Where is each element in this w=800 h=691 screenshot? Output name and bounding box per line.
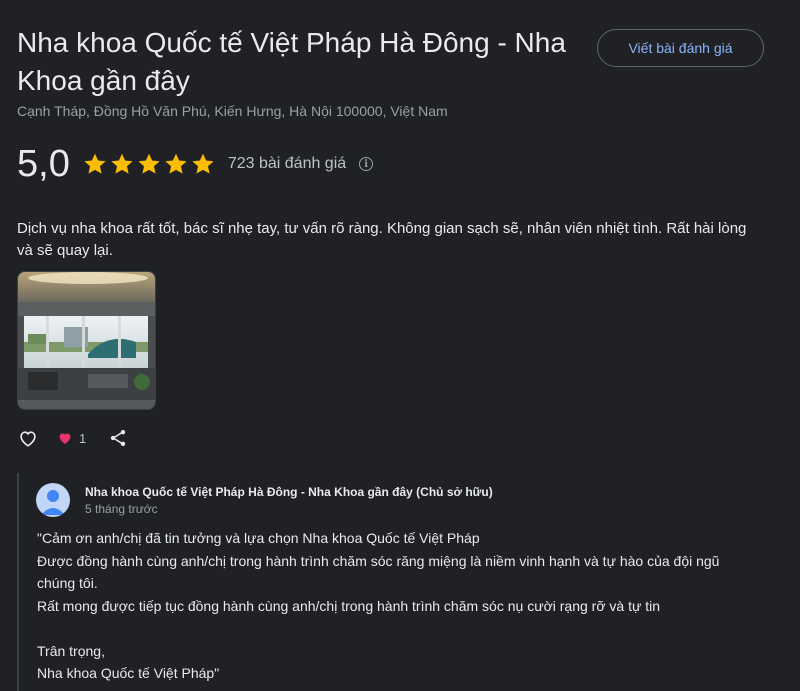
star-icon [138, 153, 160, 174]
reply-line: Nha khoa Quốc tế Việt Pháp" [37, 665, 220, 681]
rating-summary: 5,0 723 bài đánh giá i [17, 142, 374, 186]
star-icon [192, 153, 214, 174]
star-icon [84, 153, 106, 174]
heart-outline-icon[interactable] [17, 427, 39, 449]
heart-filled-icon [59, 433, 71, 444]
clinic-interior-image [18, 272, 155, 409]
review-text: Dịch vụ nha khoa rất tốt, bác sĩ nhẹ tay… [17, 220, 747, 259]
star-icon [111, 153, 133, 174]
review-photo[interactable] [17, 271, 156, 410]
business-address: Cạnh Tháp, Đồng Hồ Văn Phú, Kiến Hưng, H… [17, 103, 448, 119]
business-title: Nha khoa Quốc tế Việt Pháp Hà Đông - Nha… [17, 27, 566, 96]
owner-response: Nha khoa Quốc tế Việt Pháp Hà Đông - Nha… [17, 473, 777, 691]
review-actions: 1 [17, 427, 128, 449]
owner-response-date: 5 tháng trước [85, 502, 158, 516]
reaction-summary[interactable]: 1 [57, 430, 86, 446]
rating-value: 5,0 [17, 143, 70, 185]
info-icon[interactable]: i [359, 157, 374, 171]
reply-line: Rất mong được tiếp tục đồng hành cùng an… [37, 597, 660, 614]
share-icon[interactable] [108, 428, 128, 448]
star-rating [82, 151, 216, 177]
star-icon [165, 153, 187, 174]
avatar-icon [36, 483, 70, 517]
reply-line: Được đồng hành cùng anh/chị trong hành t… [37, 552, 720, 592]
write-review-button[interactable]: Viết bài đánh giá [597, 29, 764, 67]
owner-response-text: "Cảm ơn anh/chị đã tin tưởng và lựa chọn… [37, 527, 757, 685]
reaction-count: 1 [79, 430, 87, 446]
reply-line: Trân trọng, [37, 642, 105, 659]
review-count[interactable]: 723 bài đánh giá [228, 155, 346, 173]
owner-name: Nha khoa Quốc tế Việt Pháp Hà Đông - Nha… [85, 485, 493, 499]
reply-line: "Cảm ơn anh/chị đã tin tưởng và lựa chọn… [37, 530, 480, 546]
reply-blank-line [37, 617, 757, 640]
